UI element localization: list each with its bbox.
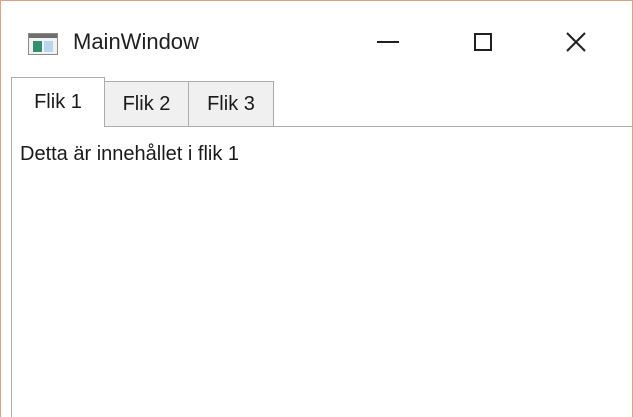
tab-label: Flik 3 <box>207 92 255 115</box>
window-title: MainWindow <box>73 29 199 54</box>
minimize-button[interactable] <box>358 19 418 65</box>
app-window-icon <box>28 33 58 55</box>
tab-label: Flik 1 <box>34 91 82 113</box>
app-icon-titlebar-part <box>29 34 57 38</box>
tab-flik-3[interactable]: Flik 3 <box>188 81 274 126</box>
tab-flik-2[interactable]: Flik 2 <box>104 81 189 126</box>
tab-content-text: Detta är innehållet i flik 1 <box>20 143 240 165</box>
tab-flik-1[interactable]: Flik 1 <box>11 77 105 127</box>
main-window: MainWindow Flik 1 Flik 2 Flik 3 Detta är… <box>0 0 633 417</box>
app-icon-left-pane <box>33 41 42 52</box>
tab-strip: Flik 1 Flik 2 Flik 3 <box>11 77 632 127</box>
title-bar[interactable]: MainWindow <box>1 1 632 71</box>
tab-label: Flik 2 <box>122 92 171 115</box>
maximize-button[interactable] <box>453 19 513 65</box>
app-icon-right-pane <box>44 41 53 52</box>
minimize-icon <box>377 41 399 43</box>
close-icon <box>566 32 586 52</box>
maximize-icon <box>474 33 492 51</box>
close-button[interactable] <box>546 19 606 65</box>
tab-content-panel: Detta är innehållet i flik 1 <box>11 126 632 417</box>
